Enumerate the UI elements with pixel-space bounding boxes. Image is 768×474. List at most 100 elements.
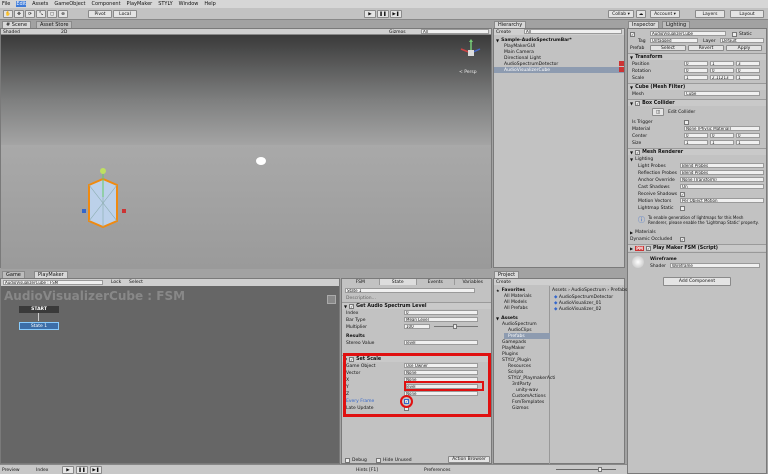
box-collider-header[interactable]: ▼ ✓ Box Collider — [628, 99, 766, 106]
dynamic-occluded-checkbox[interactable]: ✓ — [680, 236, 685, 242]
menu-styly[interactable]: STYLY — [158, 1, 172, 7]
is-trigger-toggle[interactable] — [684, 119, 691, 125]
preview-toggle[interactable]: Preview — [2, 467, 20, 473]
fsm-pause-icon[interactable]: ❚❚ — [76, 466, 88, 474]
slider-handle[interactable] — [453, 324, 457, 329]
tab-variables[interactable]: Variables — [455, 279, 492, 285]
rotation-x[interactable]: 0 — [684, 68, 708, 73]
tab-asset-store[interactable]: Asset Store — [36, 21, 73, 28]
scene-search-input[interactable]: All — [421, 29, 489, 34]
stereo-value-dropdown[interactable]: level — [404, 340, 478, 345]
position-x[interactable]: 0 — [684, 61, 708, 66]
expand-icon[interactable]: ▼ — [496, 316, 499, 321]
tag-dropdown[interactable]: Untagged — [650, 38, 698, 43]
hide-unused-checkbox[interactable] — [376, 457, 381, 463]
expand-icon[interactable]: ▶ — [630, 246, 633, 251]
select-button[interactable]: Select — [129, 279, 143, 285]
menu-edit[interactable]: Edit — [16, 1, 27, 7]
action-enabled-checkbox[interactable]: ✓ — [349, 303, 355, 309]
asset-file[interactable]: ◆ AudioVisualizer_02 — [554, 306, 601, 312]
expand-icon[interactable]: ▼ — [344, 304, 347, 309]
fsm-play-icon[interactable]: ▶ — [62, 466, 74, 474]
account-button[interactable]: Account ▾ — [650, 10, 680, 18]
lighting-foldout[interactable]: ▼ Lighting — [630, 156, 653, 162]
box-collider-checkbox[interactable]: ✓ — [635, 100, 641, 106]
preferences-tab[interactable]: Preferences — [424, 467, 450, 473]
position-y[interactable]: 1 — [710, 61, 734, 66]
expand-icon[interactable]: ▼ — [630, 101, 633, 106]
icon-size-handle[interactable] — [598, 467, 602, 472]
materials-foldout[interactable]: ▶ Materials — [630, 229, 656, 235]
multiplier-field[interactable]: 100 — [404, 324, 430, 329]
rect-tool-icon[interactable]: ▢ — [47, 10, 57, 18]
action-header[interactable]: ▼ ✓ Get Audio Spectrum Level — [342, 302, 491, 309]
expand-icon[interactable]: ▼ — [630, 85, 633, 90]
menu-window[interactable]: Window — [179, 1, 199, 7]
action-browser-button[interactable]: Action Browser — [448, 456, 490, 463]
static-toggle[interactable]: Static — [732, 31, 752, 37]
tab-playmaker[interactable]: PlayMaker — [34, 271, 68, 278]
menu-file[interactable]: File — [2, 1, 10, 7]
position-z[interactable]: 3 — [736, 61, 760, 66]
collab-button[interactable]: Collab ▾ — [608, 10, 634, 18]
move-tool-icon[interactable]: ✥ — [14, 10, 24, 18]
scale-z[interactable]: 1 — [736, 75, 760, 80]
scale-x[interactable]: 1 — [684, 75, 708, 80]
scene-gizmo-icon[interactable] — [456, 39, 486, 67]
transform-tool-icon[interactable]: ⊕ — [58, 10, 68, 18]
receive-shadows-toggle[interactable]: ✓ — [680, 191, 687, 197]
layout-button[interactable]: Layout — [730, 10, 764, 18]
tab-hierarchy[interactable]: Hierarchy — [494, 21, 527, 28]
material-field[interactable]: None (Physic Material) — [684, 126, 760, 131]
size-y[interactable]: 1 — [710, 140, 734, 145]
mesh-renderer-checkbox[interactable]: ✓ — [635, 149, 641, 155]
center-y[interactable]: 0 — [710, 133, 734, 138]
hand-tool-icon[interactable]: ✋ — [3, 10, 13, 18]
hints-tab[interactable]: Hints [F1] — [356, 467, 378, 473]
rotation-y[interactable]: 0 — [710, 68, 734, 73]
fsm-checkbox[interactable]: ✓ — [646, 245, 651, 251]
prefab-select-button[interactable]: Select — [650, 45, 686, 51]
expand-icon[interactable]: ▼ — [630, 157, 633, 162]
project-create-button[interactable]: Create — [496, 279, 511, 285]
rotate-tool-icon[interactable]: ⟳ — [25, 10, 35, 18]
add-component-button[interactable]: Add Component — [663, 277, 731, 286]
size-z[interactable]: 1 — [736, 140, 760, 145]
motion-vectors-dropdown[interactable]: Per Object Motion — [680, 198, 764, 203]
static-checkbox[interactable] — [732, 31, 737, 37]
lightmap-static-toggle[interactable] — [680, 205, 687, 211]
size-x[interactable]: 1 — [684, 140, 708, 145]
reflection-probes-dropdown[interactable]: Blend Probes — [680, 170, 764, 175]
layers-button[interactable]: Layers — [695, 10, 725, 18]
state-node[interactable]: State 1 — [19, 322, 59, 330]
prefab-revert-button[interactable]: Revert — [688, 45, 724, 51]
transform-header[interactable]: ▼ Transform — [628, 53, 766, 60]
expand-icon[interactable]: ▼ — [630, 150, 633, 155]
center-x[interactable]: 0 — [684, 133, 708, 138]
cloud-icon[interactable]: ☁ — [636, 10, 646, 18]
tab-scene[interactable]: # Scene — [2, 21, 32, 28]
tab-lighting[interactable]: Lighting — [662, 21, 691, 28]
index-dropdown[interactable]: Index — [36, 467, 48, 473]
menu-assets[interactable]: Assets — [32, 1, 48, 7]
active-checkbox[interactable]: ✓ — [630, 31, 635, 37]
tab-game[interactable]: Game — [2, 271, 25, 278]
scale-tool-icon[interactable]: ⤡ — [36, 10, 46, 18]
hierarchy-item-selected[interactable]: AudioVisualizerCube — [494, 67, 624, 73]
shader-dropdown[interactable]: Wireframe — [670, 263, 760, 268]
folder-item[interactable]: Gizmos — [512, 405, 529, 411]
bar-type-dropdown[interactable]: Mean Level — [404, 317, 478, 322]
light-icon[interactable] — [256, 157, 266, 165]
tab-fsm[interactable]: FSM — [342, 279, 380, 285]
state-name-field[interactable]: State 1 — [345, 288, 475, 293]
hide-unused-toggle[interactable]: Hide Unused — [376, 457, 412, 463]
minimap-icon[interactable] — [327, 295, 336, 304]
lightmap-static-checkbox[interactable] — [680, 205, 685, 211]
mesh-renderer-header[interactable]: ▼ ✓ Mesh Renderer — [628, 148, 766, 155]
audio-visualizer-cube[interactable] — [79, 167, 129, 231]
expand-icon[interactable]: ▼ — [496, 38, 499, 43]
rotation-z[interactable]: 0 — [736, 68, 760, 73]
mesh-field[interactable]: Cube — [684, 91, 760, 96]
fsm-step-icon[interactable]: ▶❚ — [90, 466, 102, 474]
light-probes-dropdown[interactable]: Blend Probes — [680, 163, 764, 168]
